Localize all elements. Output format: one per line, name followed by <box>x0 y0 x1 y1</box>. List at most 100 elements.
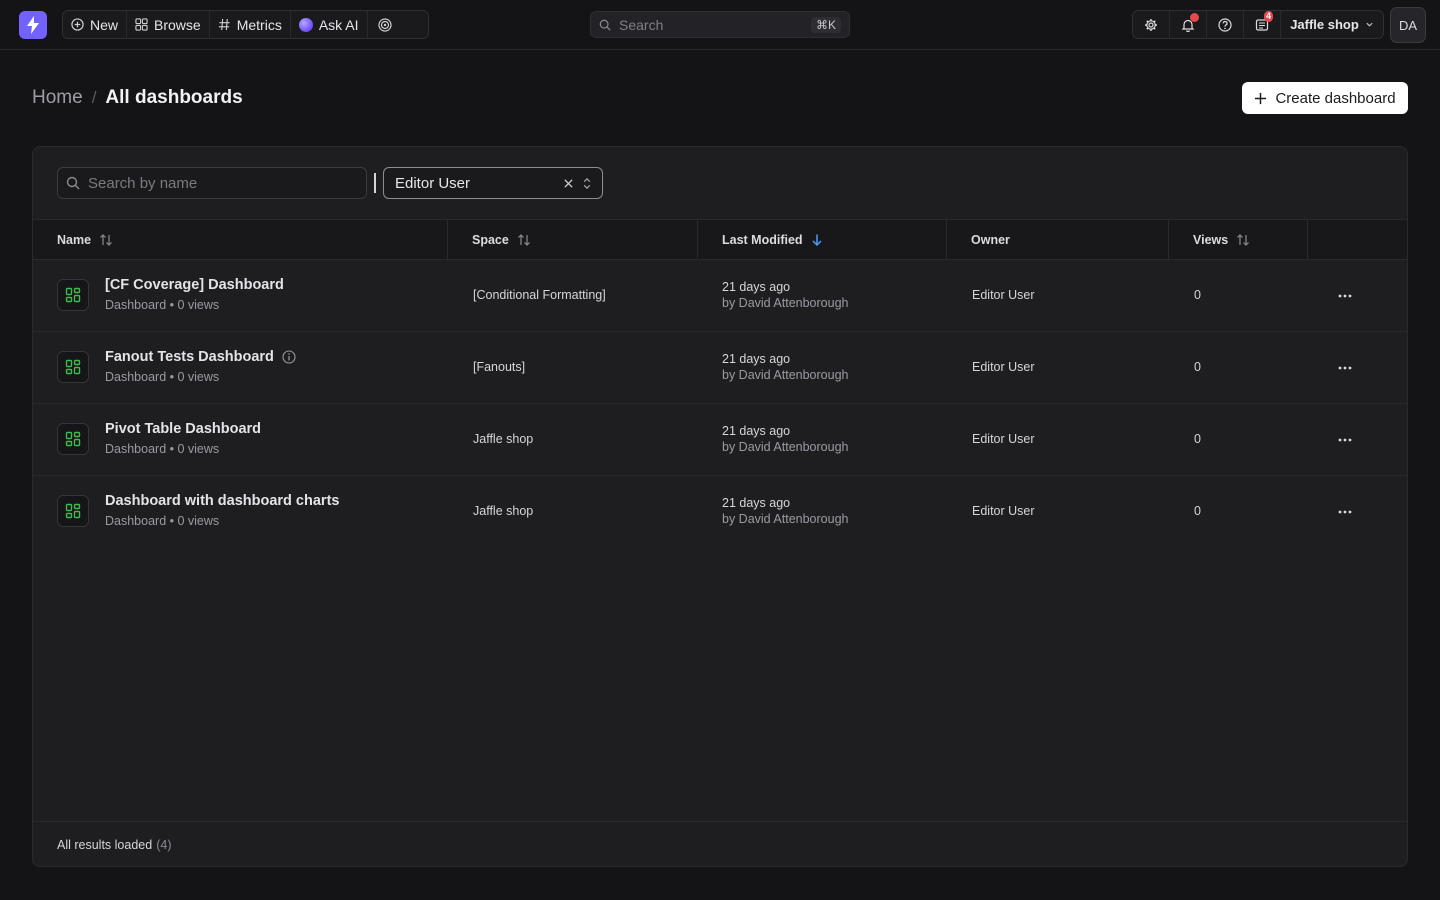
sort-icon <box>100 233 112 246</box>
inbox-badge: 4 <box>1264 11 1274 22</box>
dashboard-subtitle: Dashboard • 0 views <box>105 514 220 528</box>
column-header-views[interactable]: Views <box>1169 220 1308 259</box>
space-cell[interactable]: Jaffle shop <box>473 504 533 518</box>
new-label: New <box>90 16 119 33</box>
views-cell: 0 <box>1194 432 1201 446</box>
info-icon[interactable] <box>282 350 296 364</box>
sort-icon <box>1237 233 1250 246</box>
owner-cell: Editor User <box>972 504 1035 518</box>
last-modified-time: 21 days ago <box>722 352 791 366</box>
avatar-initials: DA <box>1398 17 1418 33</box>
chevron-down-icon <box>1366 22 1373 27</box>
breadcrumb-home[interactable]: Home <box>32 87 83 109</box>
project-name: Jaffle shop <box>1290 17 1359 32</box>
space-cell[interactable]: Jaffle shop <box>473 432 533 446</box>
column-header-name[interactable]: Name <box>33 220 448 259</box>
table-footer: All results loaded (4) <box>33 821 1407 866</box>
dashboard-name: Fanout Tests Dashboard <box>105 349 274 365</box>
table-row[interactable]: [CF Coverage] Dashboard Dashboard • 0 vi… <box>33 260 1407 332</box>
last-modified-by: by David Attenborough <box>722 368 849 382</box>
dashboard-subtitle: Dashboard • 0 views <box>105 298 220 312</box>
plus-icon <box>1255 92 1267 104</box>
results-count: (4) <box>156 837 172 852</box>
dashboard-icon <box>57 423 89 455</box>
dashboards-panel: Search by name Editor User Name Space La… <box>32 146 1408 867</box>
create-dashboard-button[interactable]: Create dashboard <box>1242 82 1408 114</box>
owner-filter-select[interactable]: Editor User <box>383 167 603 199</box>
dashboard-name-link[interactable]: Fanout Tests Dashboard <box>105 349 296 365</box>
dashboard-name: [CF Coverage] Dashboard <box>105 277 284 293</box>
name-search-input[interactable]: Search by name <box>57 167 367 199</box>
notification-dot <box>1190 13 1199 22</box>
dashboard-subtitle: Dashboard • 0 views <box>105 370 220 384</box>
column-space-label: Space <box>472 232 509 247</box>
last-modified-by: by David Attenborough <box>722 512 849 526</box>
new-button[interactable]: New <box>63 11 128 38</box>
more-horizontal-icon <box>1338 438 1352 442</box>
sort-descending-icon <box>812 234 822 246</box>
user-avatar[interactable]: DA <box>1390 7 1426 43</box>
main-nav-group: New Browse Metrics Ask AI <box>62 10 429 39</box>
ask-ai-button[interactable]: Ask AI <box>291 11 368 38</box>
clear-owner-filter-button[interactable] <box>563 178 574 189</box>
column-header-owner: Owner <box>947 220 1169 259</box>
dashboard-name-link[interactable]: Dashboard with dashboard charts <box>105 493 339 509</box>
dashboard-name: Pivot Table Dashboard <box>105 421 262 437</box>
metrics-button[interactable]: Metrics <box>210 11 291 38</box>
column-owner-label: Owner <box>971 232 1010 247</box>
column-name-label: Name <box>57 232 92 247</box>
more-horizontal-icon <box>1338 510 1352 514</box>
space-cell[interactable]: [Conditional Formatting] <box>473 288 606 302</box>
owner-cell: Editor User <box>972 288 1035 302</box>
table-row[interactable]: Dashboard with dashboard charts Dashboar… <box>33 476 1407 548</box>
column-header-space[interactable]: Space <box>448 220 698 259</box>
close-icon <box>564 178 573 188</box>
sort-icon <box>517 233 530 246</box>
notifications-button[interactable] <box>1170 11 1207 38</box>
last-modified-time: 21 days ago <box>722 424 791 438</box>
project-switcher[interactable]: Jaffle shop <box>1281 11 1383 38</box>
breadcrumb: Home / All dashboards <box>32 87 243 109</box>
more-horizontal-icon <box>1338 294 1352 298</box>
metrics-label: Metrics <box>236 16 282 33</box>
inbox-button[interactable]: 4 <box>1244 11 1281 38</box>
space-cell[interactable]: [Fanouts] <box>473 360 525 374</box>
name-search-placeholder: Search by name <box>88 174 198 192</box>
filter-divider <box>374 173 376 193</box>
row-actions-button[interactable] <box>1333 430 1357 450</box>
plus-circle-icon <box>71 18 84 31</box>
settings-button[interactable] <box>1133 11 1170 38</box>
column-last-modified-label: Last Modified <box>722 232 803 247</box>
table-row[interactable]: Fanout Tests Dashboard Dashboard • 0 vie… <box>33 332 1407 404</box>
row-actions-button[interactable] <box>1333 502 1357 522</box>
browse-button[interactable]: Browse <box>127 11 210 38</box>
dashboard-icon <box>57 279 89 311</box>
dashboard-name-link[interactable]: Pivot Table Dashboard <box>105 421 261 437</box>
owner-cell: Editor User <box>972 360 1035 374</box>
last-modified-by: by David Attenborough <box>722 440 849 454</box>
dashboard-name-link[interactable]: [CF Coverage] Dashboard <box>105 277 284 293</box>
results-loaded-label: All results loaded <box>57 837 153 852</box>
column-views-label: Views <box>1193 232 1229 247</box>
hash-icon <box>218 18 230 31</box>
help-circle-icon <box>1218 17 1232 32</box>
global-search[interactable]: Search ⌘K <box>590 11 850 38</box>
last-modified-time: 21 days ago <box>722 496 791 510</box>
search-icon <box>66 176 80 190</box>
help-button[interactable] <box>1207 11 1244 38</box>
row-actions-button[interactable] <box>1333 358 1357 378</box>
breadcrumb-separator: / <box>91 88 97 107</box>
create-dashboard-label: Create dashboard <box>1275 89 1396 107</box>
dashboard-icon <box>57 495 89 527</box>
table-row[interactable]: Pivot Table Dashboard Dashboard • 0 view… <box>33 404 1407 476</box>
target-button[interactable] <box>368 11 402 38</box>
row-actions-button[interactable] <box>1333 286 1357 306</box>
grid-icon <box>135 18 148 31</box>
search-shortcut: ⌘K <box>810 16 841 33</box>
last-modified-by: by David Attenborough <box>722 296 849 310</box>
target-icon <box>377 17 392 32</box>
app-logo[interactable] <box>19 11 47 39</box>
views-cell: 0 <box>1194 504 1201 518</box>
column-header-last-modified[interactable]: Last Modified <box>698 220 947 259</box>
dashboard-subtitle: Dashboard • 0 views <box>105 442 220 456</box>
